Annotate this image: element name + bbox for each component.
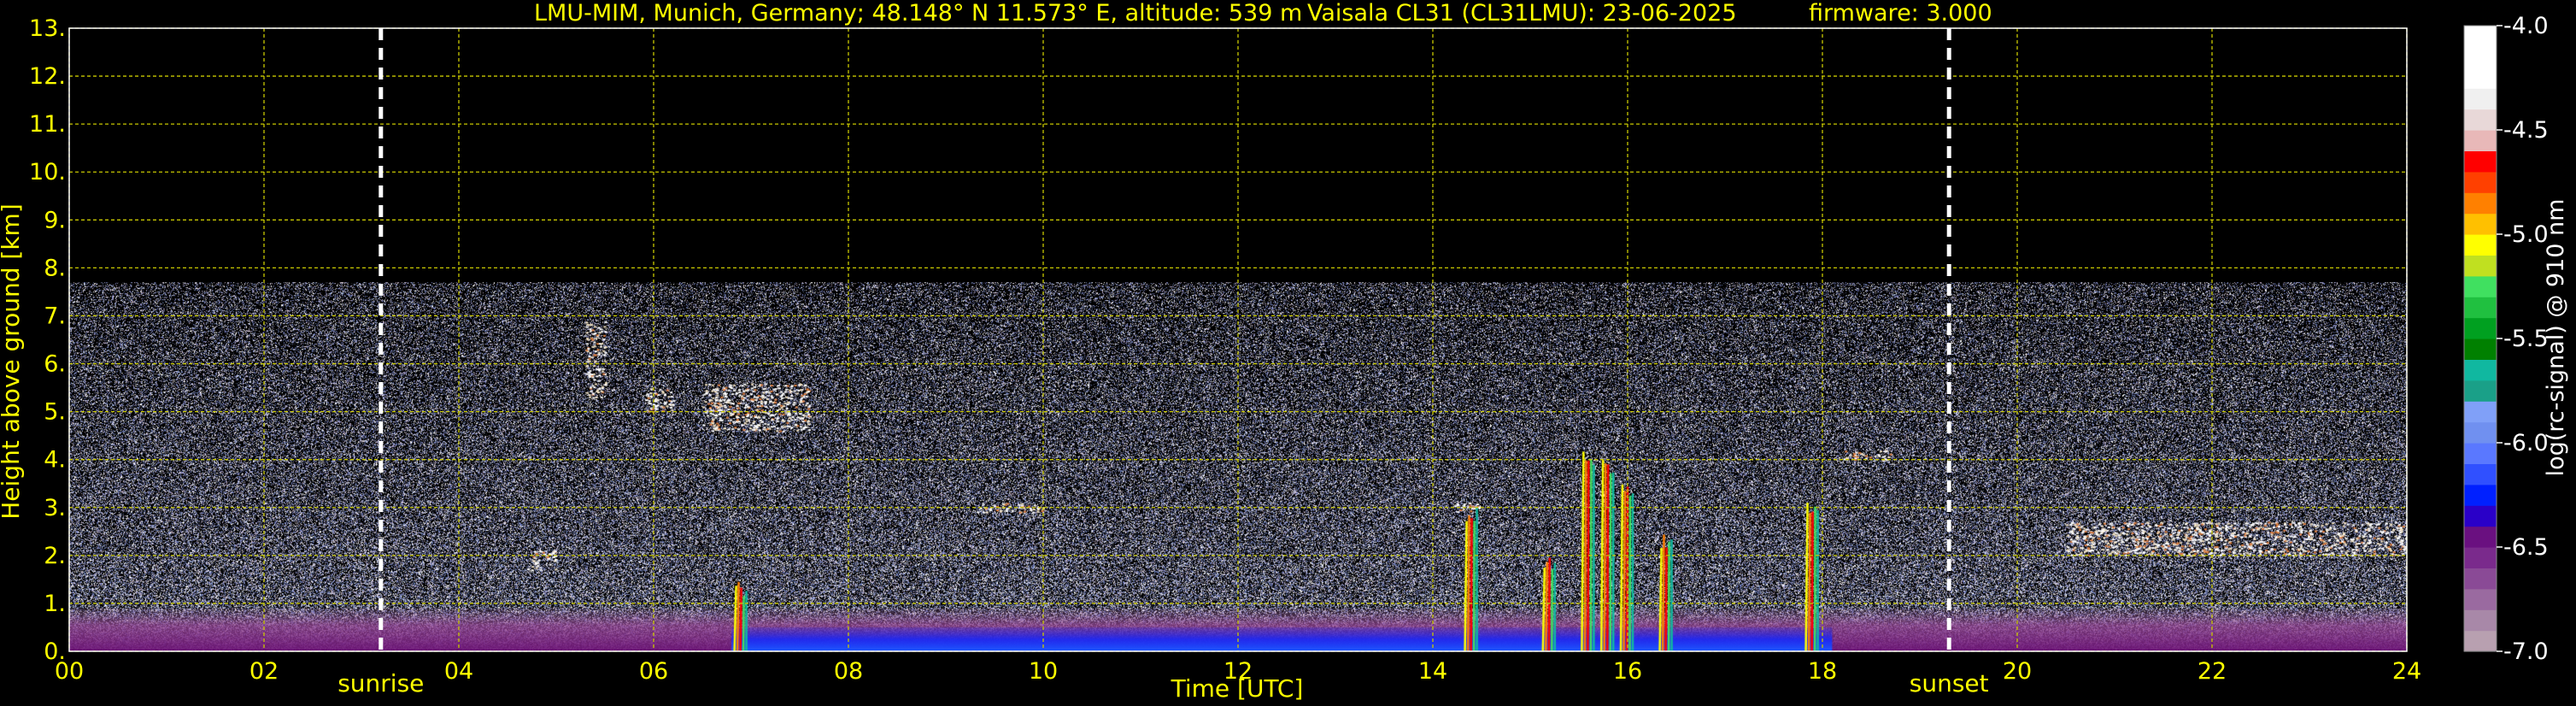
colorbar-segment (2464, 443, 2497, 464)
colorbar-segment (2464, 505, 2497, 527)
colorbar-segment (2464, 526, 2497, 548)
colorbar-segment (2464, 192, 2497, 215)
colorbar-segment (2464, 547, 2497, 568)
colorbar-tick-label: -7.0 (2503, 638, 2549, 665)
x-tick-label: 20 (2003, 658, 2032, 685)
x-tick-label: 08 (834, 658, 863, 685)
y-tick-label: 10. (29, 159, 66, 185)
colorbar-segment (2464, 484, 2497, 506)
x-tick-label: 06 (639, 658, 668, 685)
colorbar-tick-label: -6.0 (2503, 430, 2549, 456)
chart-title-location: LMU-MIM, Munich, Germany; 48.148° N 11.5… (534, 0, 1302, 26)
colorbar-segment (2464, 171, 2497, 193)
y-tick-label: 0. (44, 638, 66, 665)
colorbar-segment (2464, 401, 2497, 423)
x-tick-label: 14 (1418, 658, 1447, 685)
colorbar-segment (2464, 26, 2497, 47)
y-tick-label: 3. (44, 495, 66, 521)
colorbar-segment (2464, 275, 2497, 297)
colorbar-tick-label: -6.5 (2503, 534, 2549, 561)
y-tick-label: 4. (44, 447, 66, 474)
colorbar-segment (2464, 130, 2497, 151)
colorbar-segment (2464, 630, 2497, 652)
y-tick-label: 7. (44, 303, 66, 329)
colorbar-label: log(rc-signal) @ 910 nm (2543, 199, 2569, 477)
x-tick-label: 24 (2392, 658, 2421, 685)
y-tick-label: 2. (44, 543, 66, 569)
colorbar-segment (2464, 421, 2497, 444)
x-axis-label: Time [UTC] (1171, 674, 1304, 703)
colorbar-segment (2464, 463, 2497, 485)
y-tick-label: 8. (44, 255, 66, 281)
y-tick-label: 11. (29, 111, 66, 138)
colorbar-segment (2464, 588, 2497, 610)
colorbar-segment (2464, 67, 2497, 89)
y-tick-label: 9. (44, 207, 66, 233)
colorbar-segment (2464, 359, 2497, 381)
x-tick-label: 10 (1029, 658, 1058, 685)
colorbar-segment (2464, 234, 2497, 256)
sunset-label: sunset (1910, 669, 1989, 697)
colorbar-segment (2464, 46, 2497, 68)
colorbar-tick-label: -4.0 (2503, 13, 2549, 39)
chart-title-firmware: firmware: 3.000 (1809, 0, 1992, 26)
x-tick-label: 04 (444, 658, 473, 685)
colorbar-segment (2464, 568, 2497, 590)
colorbar-segment (2464, 609, 2497, 632)
y-tick-label: 12. (29, 63, 66, 90)
colorbar-segment (2464, 255, 2497, 277)
x-tick-label: 02 (249, 658, 279, 685)
x-tick-label: 18 (1808, 658, 1837, 685)
x-tick-label: 22 (2198, 658, 2227, 685)
colorbar-segment (2464, 297, 2497, 319)
colorbar-tick-label: -5.5 (2503, 326, 2549, 352)
y-tick-label: 13. (29, 15, 66, 42)
colorbar-segment (2464, 317, 2497, 339)
colorbar-segment (2464, 213, 2497, 235)
x-tick-label: 16 (1613, 658, 1642, 685)
colorbar-segment (2464, 338, 2497, 360)
sunrise-label: sunrise (337, 669, 424, 697)
y-tick-label: 1. (44, 591, 66, 617)
colorbar-segment (2464, 88, 2497, 110)
y-tick-label: 5. (44, 399, 66, 426)
colorbar-tick-label: -4.5 (2503, 117, 2549, 144)
y-tick-label: 6. (44, 351, 66, 378)
chart-title-instrument: Vaisala CL31 (CL31LMU): 23-06-2025 (1307, 0, 1737, 26)
colorbar-segment (2464, 150, 2497, 173)
ceilometer-chart: sunrise sunset LMU-MIM, Munich, Germany; … (0, 0, 2576, 706)
colorbar-segment (2464, 109, 2497, 131)
y-axis-label: Height above ground [km] (0, 203, 25, 520)
colorbar-segment (2464, 379, 2497, 402)
colorbar-tick-label: -5.0 (2503, 221, 2549, 248)
